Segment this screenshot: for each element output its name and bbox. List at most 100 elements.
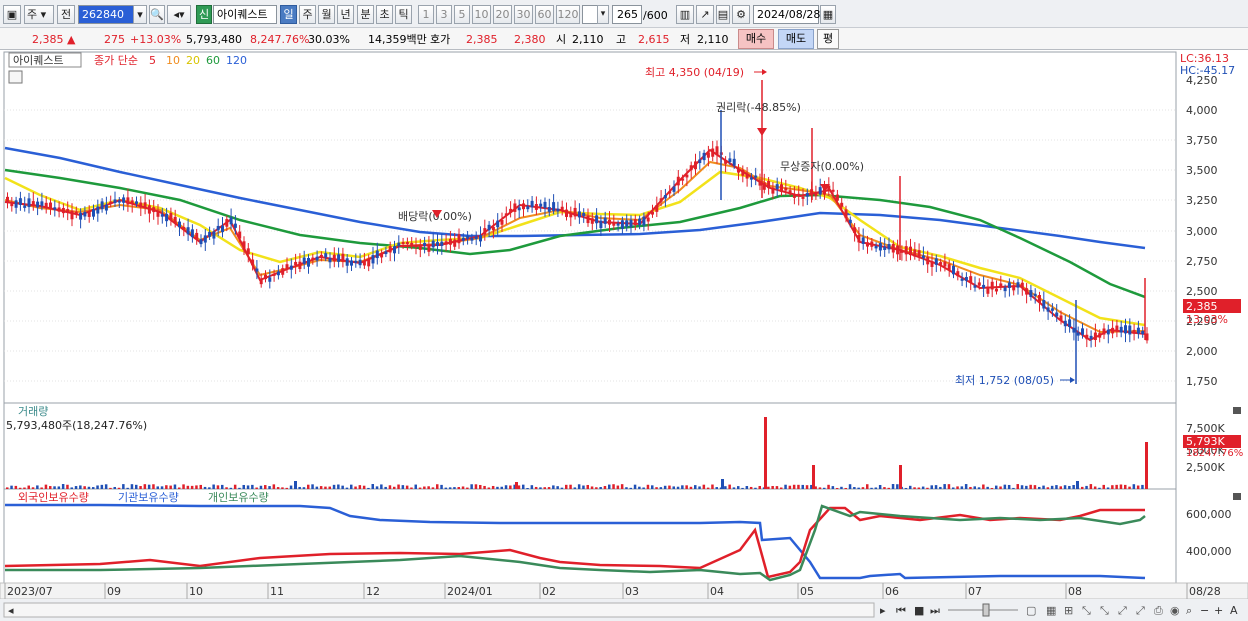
zoom-out-icon[interactable]: − (1200, 604, 1209, 617)
price-axis-tick: 4,000 (1186, 104, 1218, 117)
candle-body (242, 241, 246, 251)
volume-bar (663, 485, 667, 489)
volume-bar (1072, 484, 1075, 489)
volume-bar (436, 484, 439, 489)
zoom-in-icon[interactable]: + (1214, 604, 1223, 617)
volume-bar (268, 486, 271, 489)
candle-body (375, 250, 379, 259)
first-page-icon[interactable]: ⏮ (896, 604, 906, 617)
sound-icon[interactable]: ◂▾ (167, 5, 191, 24)
calendar-icon[interactable]: ▦ (820, 5, 836, 24)
low-annotation: 최저 1,752 (08/05) (955, 374, 1054, 387)
volume-bar (586, 484, 589, 489)
volume-bar (453, 487, 456, 489)
stop-icon[interactable]: ■ (914, 604, 924, 617)
candle-type-icon[interactable]: ▥ (676, 5, 694, 24)
candle-body (440, 241, 444, 246)
prev-button[interactable]: 전 (57, 5, 75, 24)
volume-bar (866, 484, 869, 489)
volume-bar (135, 484, 138, 489)
buy-button[interactable]: 매수 (738, 29, 774, 49)
volume-bar (1046, 487, 1050, 489)
volume-bar (178, 487, 181, 489)
chart-area[interactable]: 4,250 4,000 3,750 3,500 3,250 3,000 2,750 2,500… (0, 50, 1248, 621)
interval-5[interactable]: 5 (454, 5, 470, 24)
last-page-icon[interactable]: ⏭ (930, 604, 940, 617)
volume-pct: 8,247.76% (250, 33, 310, 46)
volume-bar (61, 484, 65, 489)
search-icon[interactable]: 🔍 (149, 5, 165, 24)
date-input[interactable]: 2024/08/28 (753, 5, 820, 24)
candle-body (947, 264, 951, 271)
tool-icon-7[interactable]: ⤢ (1136, 604, 1145, 617)
zoom-slider-thumb[interactable] (982, 603, 990, 617)
tool-icon-2[interactable]: ▦ (1046, 604, 1056, 617)
candle-body (152, 207, 156, 213)
candle-body (762, 182, 766, 190)
interval-120[interactable]: 120 (556, 5, 580, 24)
table-toggle-icon[interactable] (8, 70, 23, 84)
volume-bar (724, 486, 727, 489)
stock-code-input[interactable]: 262840 (78, 5, 134, 24)
tool-icon-5[interactable]: ⤡ (1100, 604, 1109, 617)
interval-10[interactable]: 10 (472, 5, 491, 24)
drawing-tool-icon[interactable]: ↗ (696, 5, 714, 24)
interval-60[interactable]: 60 (535, 5, 554, 24)
period-minute-tab[interactable]: 분 (357, 5, 374, 24)
candle-body (1085, 334, 1089, 340)
open-label: 시 (556, 33, 567, 46)
volume-bar (319, 486, 323, 489)
volume-bar (289, 485, 293, 489)
price-axis-tick: 3,250 (1186, 194, 1218, 207)
candle-body (1059, 315, 1063, 321)
holding-panel-close-icon[interactable] (1233, 493, 1241, 500)
interval-3[interactable]: 3 (436, 5, 452, 24)
candle-body (453, 239, 457, 247)
bar-count-input[interactable]: 265 (612, 5, 642, 24)
holding-tick-0: 600,000 (1186, 508, 1232, 521)
interval-dropdown-icon[interactable]: ▾ (597, 5, 609, 24)
candle-body (642, 216, 646, 226)
horizontal-scrollbar[interactable] (3, 602, 875, 618)
volume-bar (139, 486, 142, 489)
tool-icon-6[interactable]: ⤢ (1118, 604, 1127, 617)
volume-bar (307, 484, 310, 489)
candle-body (1003, 287, 1007, 292)
candle-body (427, 244, 431, 252)
candle-body (590, 218, 594, 224)
period-second-tab[interactable]: 초 (376, 5, 393, 24)
market-select[interactable]: 주 ▾ (24, 5, 54, 24)
period-year-tab[interactable]: 년 (337, 5, 354, 24)
print-icon[interactable]: ⎙ (1154, 604, 1163, 617)
interval-1[interactable]: 1 (418, 5, 434, 24)
period-tick-tab[interactable]: 틱 (395, 5, 412, 24)
sell-button[interactable]: 매도 (778, 29, 814, 49)
period-month-tab[interactable]: 월 (318, 5, 335, 24)
candle-body (913, 249, 917, 257)
interval-30[interactable]: 30 (514, 5, 533, 24)
tool-icon-1[interactable]: ▢ (1026, 604, 1036, 617)
window-menu-icon[interactable]: ▣ (3, 5, 21, 24)
volume-panel-close-icon[interactable] (1233, 407, 1241, 414)
scroll-left-icon[interactable]: ◂ (8, 604, 14, 617)
period-day-tab[interactable]: 일 (280, 5, 297, 24)
interval-20[interactable]: 20 (493, 5, 512, 24)
camera-icon[interactable]: ◉ (1170, 604, 1180, 617)
candle-body (758, 181, 762, 186)
period-week-tab[interactable]: 주 (299, 5, 316, 24)
code-dropdown-icon[interactable]: ▾ (133, 5, 147, 24)
tool-icon-4[interactable]: ⤡ (1082, 604, 1091, 617)
candle-body (414, 244, 418, 248)
evaluate-button[interactable]: 평 (817, 29, 839, 49)
volume-bar (573, 487, 577, 489)
volume-bar (986, 486, 989, 489)
gear-icon[interactable]: ⚙ (732, 5, 750, 24)
save-icon[interactable]: ▤ (716, 5, 730, 24)
candle-body (169, 212, 173, 220)
tool-icon-3[interactable]: ⊞ (1064, 604, 1073, 617)
scroll-right-icon[interactable]: ▸ (880, 604, 886, 617)
hc-label: HC:-45.17 (1180, 64, 1235, 77)
candle-body (92, 209, 95, 217)
font-size-icon[interactable]: A (1230, 604, 1238, 617)
search-zoom-icon[interactable]: ⌕ (1186, 604, 1192, 617)
